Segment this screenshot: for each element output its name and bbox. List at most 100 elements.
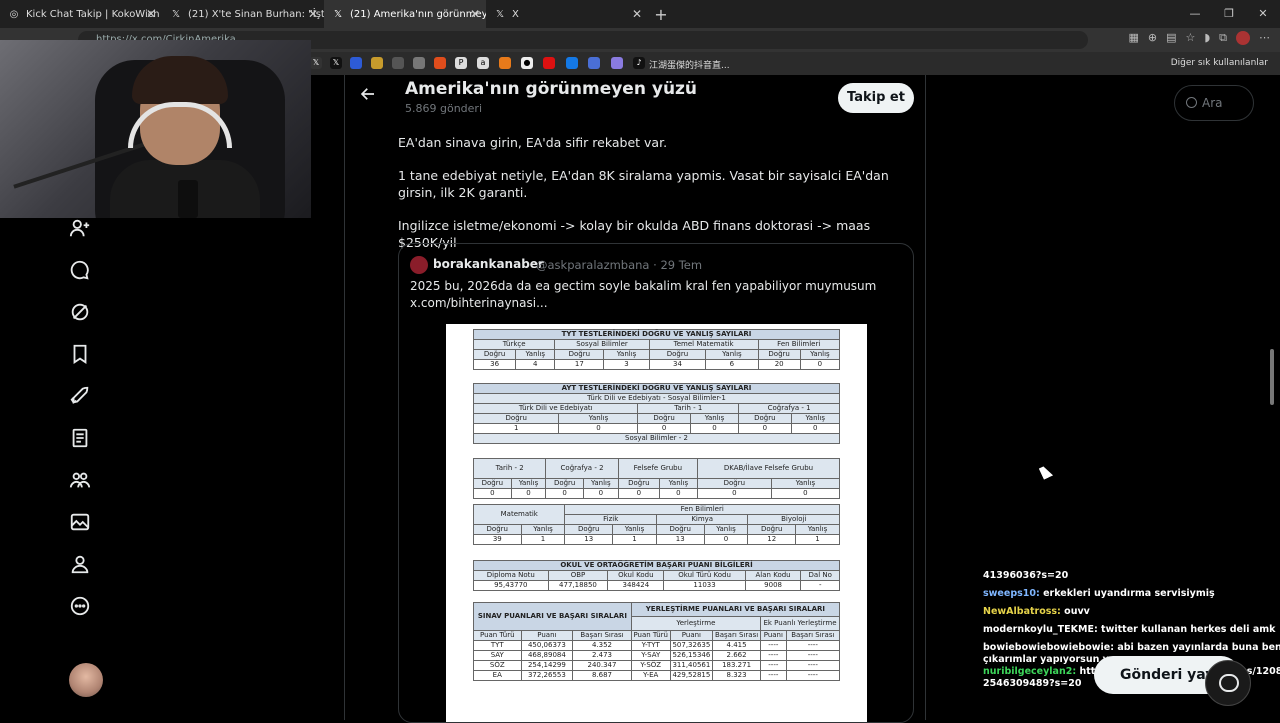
microphone	[178, 180, 198, 218]
follow-button[interactable]: Takip et	[838, 83, 914, 113]
table-cell: ----	[760, 640, 787, 651]
close-tab-icon[interactable]: ✕	[308, 7, 318, 21]
column-header: Başarı Sırası	[785, 630, 841, 641]
other-bookmarks[interactable]: Diğer sık kullanılanlar	[1171, 58, 1268, 68]
column-header: Puanı	[669, 630, 714, 641]
chat-message: bowiebowiebowiebowie: abi bazen yayınlar…	[983, 642, 1280, 654]
ayt-table-1: AYT TESTLERİNDEKİ DOĞRU VE YANLIŞ SAYILA…	[472, 383, 841, 444]
messages-fab[interactable]	[1205, 660, 1251, 706]
reader-icon[interactable]: ▤	[1166, 31, 1176, 45]
column-header: Puanı	[520, 630, 574, 641]
table-cell: 2.473	[572, 650, 632, 661]
grok-icon[interactable]	[60, 294, 100, 330]
table-cell: 254,14299	[520, 660, 574, 671]
tiktok-icon[interactable]: ♪	[633, 57, 645, 69]
bookmark-icon[interactable]	[371, 57, 383, 69]
messages-icon[interactable]	[60, 252, 100, 288]
bookmark-icon[interactable]	[566, 57, 578, 69]
bookmark-icon[interactable]	[588, 57, 600, 69]
close-window-icon[interactable]: ✕	[1246, 0, 1280, 28]
table-cell: 1	[520, 534, 566, 545]
extension-icon[interactable]: ◗	[1204, 31, 1210, 45]
close-tab-icon[interactable]: ✕	[146, 7, 156, 21]
chat-username[interactable]: sweeps10:	[983, 588, 1040, 599]
back-arrow-icon[interactable]	[359, 85, 377, 103]
close-tab-icon[interactable]: ✕	[470, 7, 480, 21]
apps-icon[interactable]: ▦	[1128, 31, 1138, 45]
table-cell: ----	[785, 650, 841, 661]
chat-username[interactable]: nuribilgeceylan2:	[983, 666, 1076, 677]
bookmark-icon[interactable]	[611, 57, 623, 69]
chat-username[interactable]: NewAlbatross:	[983, 606, 1061, 617]
quoted-tweet[interactable]: borakankanaber @askparalazmbana · 29 Tem…	[398, 243, 914, 723]
section-header: Yerleştirme	[630, 616, 762, 631]
account-avatar[interactable]	[69, 663, 103, 697]
bookmark-icon[interactable]	[392, 57, 404, 69]
column-header: Başarı Sırası	[712, 630, 762, 641]
values-row: 100000	[472, 423, 841, 434]
media-icon[interactable]	[60, 504, 100, 540]
table-cell: 4.352	[572, 640, 632, 651]
bookmark-nav-icon[interactable]	[60, 336, 100, 372]
new-tab-button[interactable]: +	[648, 5, 674, 24]
bookmark-icon[interactable]: a	[477, 57, 489, 69]
scrollbar-thumb[interactable]	[1270, 349, 1274, 405]
table-cell: ----	[760, 650, 787, 661]
bookmark-icon[interactable]: P	[455, 57, 467, 69]
x-logo-icon[interactable]: 𝕏	[330, 57, 342, 69]
exam-result-image[interactable]: TYT TESTLERİNDEKİ DOĞRU VE YANLIŞ SAYILA…	[446, 324, 867, 722]
bookmark-icon[interactable]	[350, 57, 362, 69]
close-tab-icon[interactable]: ✕	[632, 7, 642, 21]
tab-amerika[interactable]: 𝕏 (21) Amerika'nın görünmeyen yüz ✕	[324, 0, 486, 28]
values-row: 00000000	[473, 488, 841, 499]
chat-username[interactable]: bowiebowiebowiebowie:	[983, 642, 1114, 653]
chat-username[interactable]: modernkoylu_TEKME:	[983, 624, 1098, 635]
more-icon[interactable]	[60, 588, 100, 624]
table-cell: 8.323	[712, 670, 762, 681]
bookmark-icon[interactable]	[413, 57, 425, 69]
reddit-icon[interactable]	[434, 57, 446, 69]
tyt-table: TYT TESTLERİNDEKİ DOĞRU VE YANLIŞ SAYILA…	[472, 329, 841, 370]
restore-icon[interactable]: ❐	[1212, 0, 1246, 28]
section-header: Sosyal Bilimler - 2	[473, 433, 840, 444]
bookmark-label[interactable]: 江湖蛋傑的抖音直...	[649, 58, 730, 71]
rocket-icon[interactable]	[60, 378, 100, 414]
table-title: YERLEŞTİRME PUANLARI VE BAŞARI SIRALARI	[630, 602, 841, 617]
table-cell: 12	[747, 534, 796, 545]
bookmark-icon[interactable]	[499, 57, 511, 69]
table-cell: 372,26553	[520, 670, 574, 681]
more-menu-icon[interactable]: ⋯	[1259, 31, 1270, 45]
chat-text: 2546309489?s=20	[983, 678, 1082, 689]
mat-fen-table: Matematik Fen Bilimleri Fizik Kimya Biyo…	[472, 504, 840, 545]
table-cell: TYT	[473, 640, 522, 651]
chat-bubble-icon	[1219, 674, 1239, 692]
tab-kick-chat[interactable]: ◎ Kick Chat Takip | KokoWich ✕	[0, 0, 162, 28]
favorite-star-icon[interactable]: ☆	[1185, 31, 1195, 45]
column-header: Okul Kodu	[607, 570, 665, 581]
zoom-icon[interactable]: ⊕	[1148, 31, 1157, 45]
dogru-yanlis-header: Yanlış	[689, 413, 740, 424]
quote-avatar[interactable]	[410, 256, 428, 274]
table-cell: 0	[658, 488, 698, 499]
profile-avatar[interactable]	[1236, 31, 1250, 45]
bookmark-icon[interactable]: 𝕏	[310, 57, 322, 69]
extensions-icon[interactable]: ⧉	[1219, 31, 1227, 45]
profile-icon[interactable]	[60, 546, 100, 582]
chat-text: ouvv	[1060, 606, 1090, 617]
dogru-yanlis-row: Doğru Yanlış Doğru Yanlış Doğru Yanlış Doğru Ya…	[473, 524, 840, 535]
table-cell: 311,40561	[669, 660, 714, 671]
bookmark-icon[interactable]: ●	[521, 57, 533, 69]
search-input[interactable]: Ara	[1174, 85, 1254, 121]
quote-author-name[interactable]: borakankanaber	[433, 257, 544, 271]
tab-x[interactable]: 𝕏 X ✕	[486, 0, 648, 28]
lists-icon[interactable]	[60, 420, 100, 456]
table-cell: Y-SÖZ	[630, 660, 671, 671]
table-cell: 240.347	[572, 660, 632, 671]
minimize-icon[interactable]: —	[1178, 0, 1212, 28]
bookmark-icon[interactable]	[543, 57, 555, 69]
table-cell: 429,52815	[669, 670, 714, 681]
table-title: OKUL VE ORTAÖĞRETİM BAŞARI PUANI BİLGİLE…	[473, 560, 840, 571]
tab-sinan-burhan[interactable]: 𝕏 (21) X'te Sinan Burhan: "İşte özledi ✕	[162, 0, 324, 28]
table-cell: 526,15346	[669, 650, 714, 661]
communities-icon[interactable]	[60, 462, 100, 498]
